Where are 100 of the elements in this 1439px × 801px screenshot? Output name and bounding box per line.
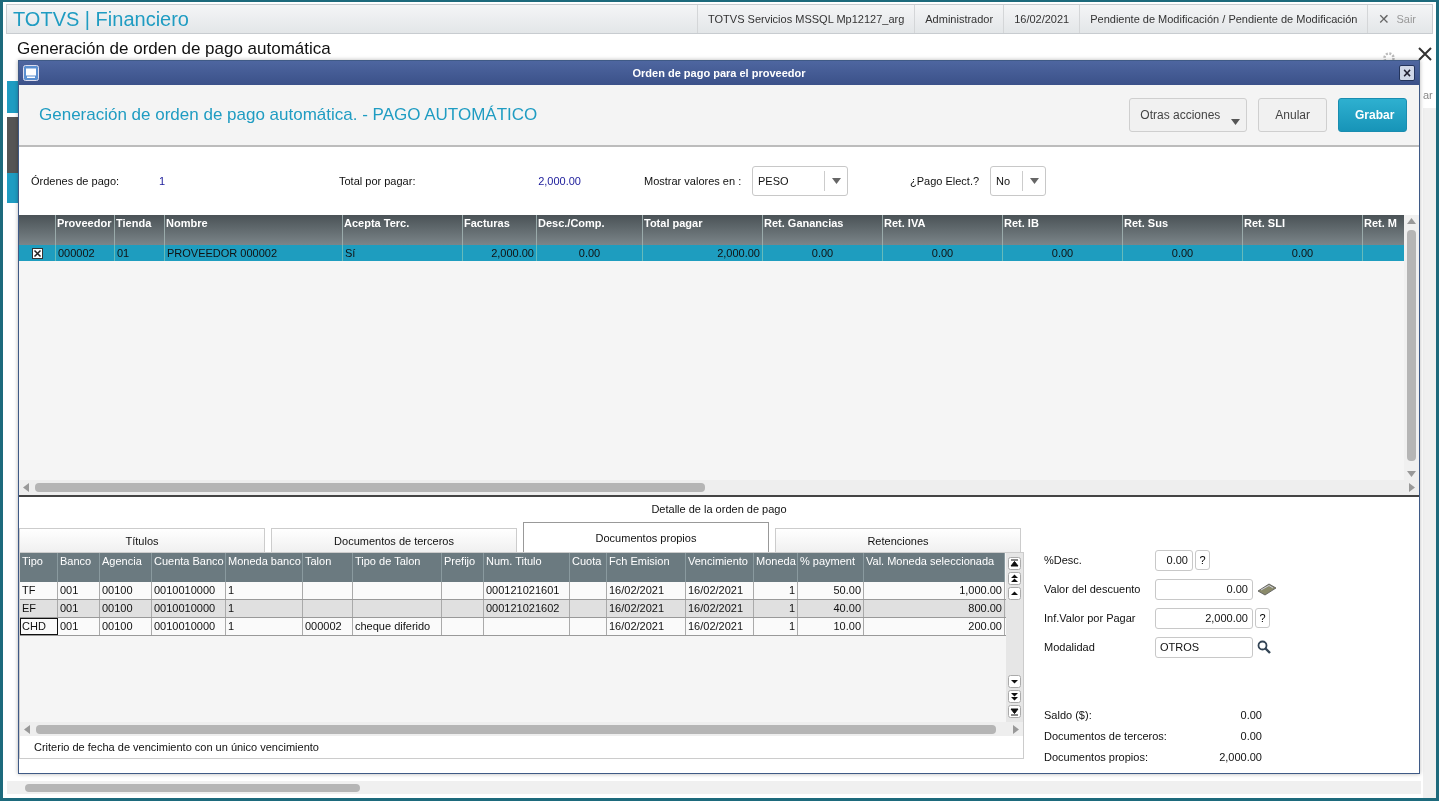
table-cell: 16/02/2021 [686,600,754,617]
field-label: Modalidad [1044,641,1096,653]
app-brand: TOTVS | Financiero [12,7,189,31]
column-header[interactable]: Tienda [115,215,165,245]
page-down-icon[interactable] [1008,690,1021,703]
caret-icon[interactable] [1231,119,1241,125]
column-header[interactable]: Val. Moneda seleccionada [864,553,1005,582]
column-header[interactable]: Banco [58,553,100,582]
table-cell: 000002 [303,618,353,635]
scrollbar[interactable] [1423,108,1436,798]
table-cell: 16/02/2021 [686,618,754,635]
column-header[interactable]: Vencimiento [686,553,754,582]
help-button[interactable]: ? [1195,550,1210,570]
column-header[interactable]: Ret. IB [1003,215,1123,245]
column-header[interactable]: Moneda [754,553,798,582]
column-header[interactable]: Agencia [100,553,152,582]
table-cell: 000002 [56,245,115,261]
tab[interactable]: Documentos propios [523,522,769,552]
table-cell[interactable]: CHD [20,618,58,635]
table-cell[interactable]: TF [20,582,58,599]
total-label: Documentos propios: [1044,751,1149,763]
help-button[interactable]: ? [1255,608,1270,628]
input-field[interactable]: 0.00 [1155,549,1193,571]
close-icon[interactable] [1418,47,1432,61]
search-icon[interactable] [1257,640,1271,654]
column-header[interactable]: % payment [798,553,864,582]
input-field[interactable]: 2,000.00 [1155,607,1253,629]
table-cell: 0.00 [537,245,643,261]
currency-dropdown[interactable]: PESO [752,166,848,196]
column-header[interactable]: Moneda banco [226,553,303,582]
first-page-icon[interactable] [1008,557,1021,570]
field-label: Valor del descuento [1044,583,1142,595]
column-header[interactable]: Ret. M [1363,215,1404,245]
table-cell: 001 [58,618,100,635]
table-cell: 0.00 [1243,245,1363,261]
column-header[interactable]: Acepta Terc. [343,215,463,245]
electronic-payment-dropdown[interactable]: No [990,166,1046,196]
table-cell[interactable]: EF [20,600,58,617]
tab[interactable]: Títulos [19,528,265,552]
column-header[interactable]: Cuenta Banco [152,553,226,582]
table-cell: 1,000.00 [864,582,1005,599]
column-header[interactable]: Total pagar [643,215,763,245]
column-header [19,215,56,245]
caret-icon[interactable] [831,178,841,184]
page-up-icon[interactable] [1008,572,1021,585]
table-cell: 001 [58,582,100,599]
table-cell: 0.00 [763,245,883,261]
button-label-fragment: ar [1423,89,1433,101]
total-value: 2,000.00 [1218,751,1262,763]
total-label: Documentos de terceros: [1044,730,1168,742]
field-label: Total por pagar: [339,175,417,187]
table-cell: 01 [115,245,165,261]
column-header[interactable]: Num. Titulo [484,553,570,582]
checkbox[interactable] [31,248,43,259]
column-header[interactable]: Ret. Sus [1123,215,1243,245]
scrollbar[interactable] [7,781,1421,794]
menu-button[interactable]: Otras acciones [1129,98,1248,132]
column-header[interactable]: Facturas [463,215,537,245]
column-header[interactable]: Ret. IVA [883,215,1003,245]
column-header[interactable]: Tipo de Talon [353,553,442,582]
column-header[interactable]: Proveedor [56,215,115,245]
caret-icon[interactable] [1029,178,1039,184]
header-info: Pendiente de Modificación / Pendiente de Modificación [1079,5,1368,33]
close-button[interactable]: × [1399,65,1415,81]
last-page-icon[interactable] [1008,705,1021,718]
column-header[interactable]: Ret. Ganancias [763,215,883,245]
table-cell: PROVEEDOR 000002 [165,245,343,261]
column-header[interactable]: Prefijo [442,553,484,582]
total-value: 0.00 [1239,730,1262,742]
table-cell: 00100 [100,600,152,617]
input-field[interactable]: 0.00 [1155,578,1253,600]
table-cell: 50.00 [798,582,864,599]
field-label: Inf.Valor por Pagar [1044,612,1137,624]
column-header[interactable]: Tipo [20,553,58,582]
table-cell: 1 [754,600,798,617]
total-amount: 2,000.00 [537,175,581,187]
table-cell: 16/02/2021 [607,600,686,617]
column-header[interactable]: Desc./Comp. [537,215,643,245]
column-header[interactable]: Fch Emision [607,553,686,582]
tab[interactable]: Retenciones [775,528,1021,552]
table-cell: cheque diferido [353,618,442,635]
field-label: ¿Pago Elect.? [910,175,981,187]
exit-button[interactable]: ✕ Sair [1367,5,1432,33]
table-cell: 1 [226,618,303,635]
table-cell: 1 [226,582,303,599]
column-header[interactable]: Cuota [570,553,607,582]
money-icon[interactable] [1257,582,1277,596]
column-header[interactable]: Nombre [165,215,343,245]
group-legend: Criterio de fecha de vencimiento con un único vencimiento [32,740,321,754]
cancel-button[interactable]: Anular [1258,98,1327,132]
window-icon [23,65,39,81]
tab[interactable]: Documentos de terceros [271,528,517,552]
column-header[interactable]: Ret. SLI [1243,215,1363,245]
table-row[interactable]: 000002 01 PROVEEDOR 000002 Sí 2,000.00 0.00 2,000.00 0.00 0.00 0.00 0.00 0.00 [19,245,1404,261]
input-field[interactable]: OTROS [1155,636,1253,658]
table-cell: 10.00 [798,618,864,635]
table-cell: 0010010000 [152,600,226,617]
column-header[interactable]: Talon [303,553,353,582]
total-label: Saldo ($): [1044,709,1093,721]
table-cell: Sí [343,245,463,261]
